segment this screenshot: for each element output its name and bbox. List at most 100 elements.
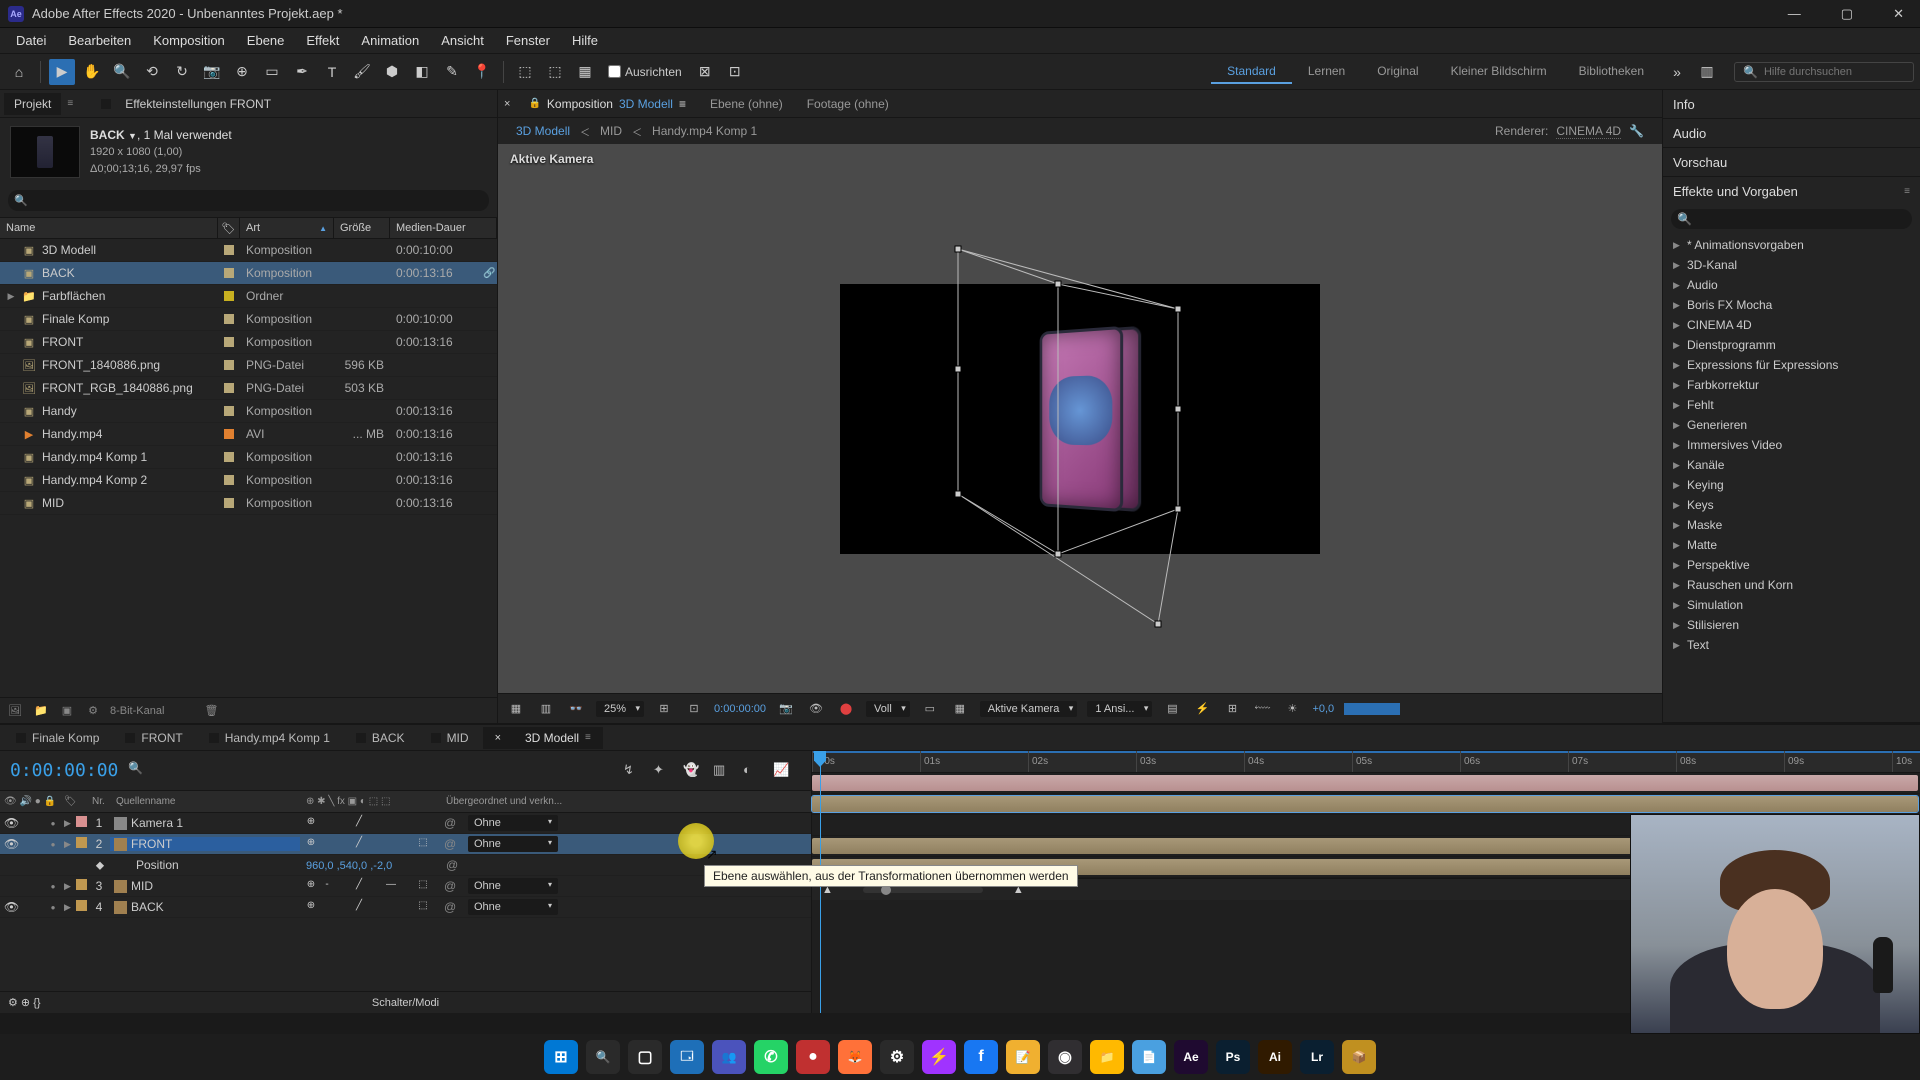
layer-bar[interactable] [812, 775, 1918, 791]
col-source-name[interactable]: Quellenname [112, 796, 302, 807]
align-checkbox[interactable]: Ausrichten [608, 65, 682, 79]
flowchart-button[interactable]: ⬳ [1252, 699, 1272, 719]
project-item[interactable]: ▶Handy.mp4 AVI... MB0:00:13:16 [0, 423, 497, 446]
effect-category[interactable]: ▶Farbkorrektur [1663, 375, 1920, 395]
effect-category[interactable]: ▶Generieren [1663, 415, 1920, 435]
timeline-button[interactable]: ⊞ [1222, 699, 1242, 719]
timeline-tab[interactable]: MID [419, 727, 481, 749]
show-snapshot-button[interactable]: 👁 [806, 699, 826, 719]
taskbar-ai[interactable]: Ai [1258, 1040, 1292, 1074]
roto-tool[interactable]: ✎ [439, 59, 465, 85]
text-tool[interactable]: T [319, 59, 345, 85]
project-item[interactable]: ▣Finale Komp Komposition0:00:10:00 [0, 308, 497, 331]
taskbar-notes[interactable]: 📝 [1006, 1040, 1040, 1074]
effect-category[interactable]: ▶Rauschen und Korn [1663, 575, 1920, 595]
toggle-switches-button[interactable]: ⚙ ⊕ {} [8, 996, 41, 1009]
effect-category[interactable]: ▶Maske [1663, 515, 1920, 535]
taskbar-teams[interactable]: 👥 [712, 1040, 746, 1074]
col-tag[interactable]: 🏷 [218, 218, 240, 238]
effect-category[interactable]: ▶Fehlt [1663, 395, 1920, 415]
selection-handle[interactable] [1175, 506, 1182, 513]
graph-editor-button[interactable]: 📈 [773, 762, 791, 780]
viewer-canvas[interactable]: Aktive Kamera [498, 144, 1662, 693]
exposure-value[interactable]: +0,0 [1312, 703, 1334, 715]
project-item[interactable]: 🖼FRONT_1840886.png PNG-Datei596 KB [0, 354, 497, 377]
menu-datei[interactable]: Datei [6, 29, 56, 52]
project-item[interactable]: ▣Handy.mp4 Komp 1 Komposition0:00:13:16 [0, 446, 497, 469]
panel-audio[interactable]: Audio [1663, 119, 1920, 147]
help-search-input[interactable] [1764, 66, 1904, 78]
transparency-grid-button[interactable]: ▦ [950, 699, 970, 719]
flow-item[interactable]: MID [600, 124, 622, 138]
minimize-button[interactable]: — [1780, 6, 1809, 22]
menu-ebene[interactable]: Ebene [237, 29, 295, 52]
effect-category[interactable]: ▶Immersives Video [1663, 435, 1920, 455]
fast-preview-button[interactable]: ⚡ [1192, 699, 1212, 719]
pan-behind-tool[interactable]: ⊕ [229, 59, 255, 85]
effects-search[interactable]: 🔍 [1671, 209, 1912, 229]
time-ruler[interactable]: :00s01s02s03s04s05s06s07s08s09s10s [812, 751, 1920, 773]
effect-category[interactable]: ▶Keying [1663, 475, 1920, 495]
parent-select[interactable]: Ohne ▾ [468, 815, 558, 831]
workspace-original[interactable]: Original [1361, 60, 1434, 84]
taskbar-messenger[interactable]: ⚡ [922, 1040, 956, 1074]
guides-button[interactable]: ⊡ [684, 699, 704, 719]
taskbar-app1[interactable]: ● [796, 1040, 830, 1074]
project-list[interactable]: ▣3D Modell Komposition0:00:10:00▣BACK Ko… [0, 239, 497, 697]
maximize-button[interactable]: ▢ [1833, 6, 1861, 22]
menu-animation[interactable]: Animation [351, 29, 429, 52]
eraser-tool[interactable]: ◧ [409, 59, 435, 85]
mode-button-1[interactable]: ⬚ [512, 59, 538, 85]
panel-info[interactable]: Info [1663, 90, 1920, 118]
effect-category[interactable]: ▶Matte [1663, 535, 1920, 555]
layer-row[interactable]: ● ▶ 3 MID ⊕-╱—⬚ @Ohne ▾ [0, 876, 811, 897]
layer-property-row[interactable]: ⬥ Position 960,0 ,540,0 ,-2,0 @ [0, 855, 811, 876]
project-item[interactable]: 🖼FRONT_RGB_1840886.png PNG-Datei503 KB [0, 377, 497, 400]
selection-handle[interactable] [955, 366, 962, 373]
timeline-tab[interactable]: FRONT [113, 727, 194, 749]
project-item[interactable]: ▣BACK Komposition0:00:13:16🔗 [0, 262, 497, 285]
comp-mini-flowchart-button[interactable]: ↯ [623, 762, 641, 780]
effect-category[interactable]: ▶Keys [1663, 495, 1920, 515]
col-duration[interactable]: Medien-Dauer [390, 218, 497, 238]
comp-tab-menu-icon[interactable]: ≡ [679, 97, 686, 111]
col-parent[interactable]: Übergeordnet und verkn... [442, 796, 811, 807]
panel-preview[interactable]: Vorschau [1663, 148, 1920, 176]
project-item[interactable]: ▣MID Komposition0:00:13:16 [0, 492, 497, 515]
magnification-select[interactable]: 25% [596, 701, 644, 717]
timeline-tab[interactable]: ×3D Modell ≡ [483, 727, 603, 749]
taskbar-search[interactable]: 🔍 [586, 1040, 620, 1074]
workspace-lernen[interactable]: Lernen [1292, 60, 1361, 84]
effect-category[interactable]: ▶Simulation [1663, 595, 1920, 615]
zoom-tool[interactable]: 🔍 [109, 59, 135, 85]
timeline-tab[interactable]: Finale Komp [4, 727, 111, 749]
hand-tool[interactable]: ✋ [79, 59, 105, 85]
timeline-search-button[interactable]: 🔍 [128, 761, 148, 781]
effect-category[interactable]: ▶* Animationsvorgaben [1663, 235, 1920, 255]
mode-button-3[interactable]: ▦ [572, 59, 598, 85]
mode-button-2[interactable]: ⬚ [542, 59, 568, 85]
taskbar-taskview[interactable]: ▢ [628, 1040, 662, 1074]
workspace-panel-button[interactable]: ▥ [1694, 59, 1720, 85]
menu-komposition[interactable]: Komposition [143, 29, 235, 52]
taskbar-ps[interactable]: Ps [1216, 1040, 1250, 1074]
renderer-options-button[interactable]: 🔧 [1629, 124, 1644, 138]
motion-blur-button[interactable]: ◐ [743, 762, 761, 780]
view-options-button[interactable]: ⊞ [654, 699, 674, 719]
camera-tool[interactable]: 📷 [199, 59, 225, 85]
pixel-aspect-button[interactable]: ▤ [1162, 699, 1182, 719]
parent-select[interactable]: Ohne ▾ [468, 878, 558, 894]
col-size[interactable]: Größe [334, 218, 390, 238]
new-folder-button[interactable]: 📁 [32, 702, 50, 720]
taskbar-ae[interactable]: Ae [1174, 1040, 1208, 1074]
selection-handle[interactable] [1055, 551, 1062, 558]
taskbar-start[interactable]: ⊞ [544, 1040, 578, 1074]
new-comp-button[interactable]: ▣ [58, 702, 76, 720]
workspace-bibliotheken[interactable]: Bibliotheken [1563, 60, 1660, 84]
workspace-more-button[interactable]: » [1664, 59, 1690, 85]
tab-project[interactable]: Projekt [4, 93, 61, 115]
shy-button[interactable]: 👻 [683, 762, 701, 780]
effects-list[interactable]: ▶* Animationsvorgaben▶3D-Kanal▶Audio▶Bor… [1663, 233, 1920, 661]
draft-3d-button[interactable]: ✦ [653, 762, 671, 780]
project-item[interactable]: ▣Handy Komposition0:00:13:16 [0, 400, 497, 423]
